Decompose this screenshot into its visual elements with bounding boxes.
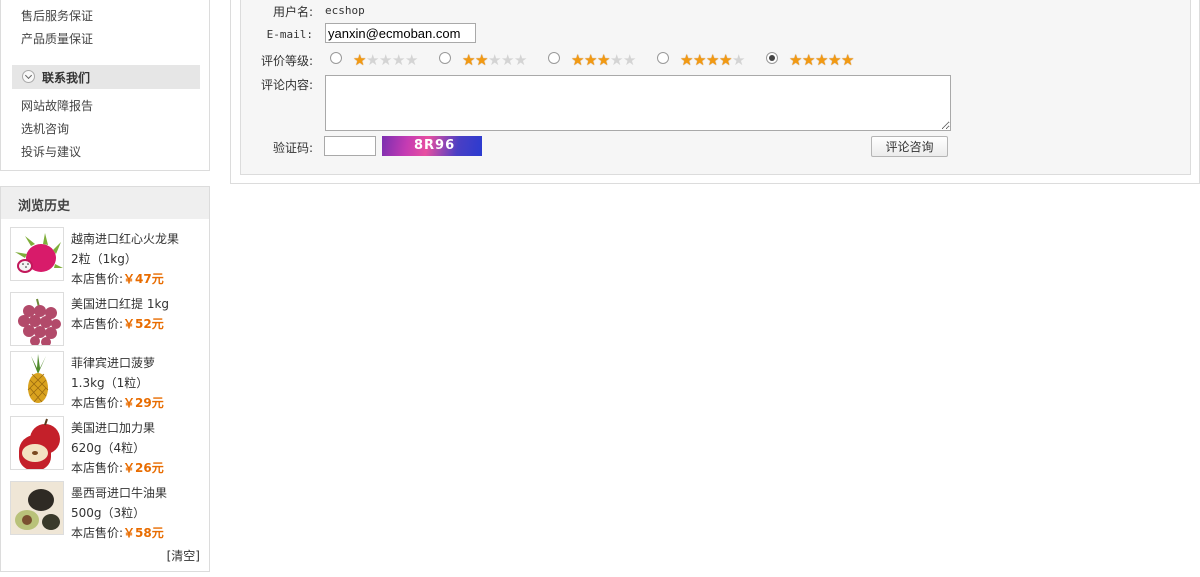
- username-value: ecshop: [325, 4, 365, 17]
- help-center-box: 售后服务保证 产品质量保证 联系我们 网站故障报告 选机咨询 投诉与建议: [0, 0, 210, 171]
- rank-label: 评价等级:: [260, 54, 313, 68]
- submit-comment-button[interactable]: 评论咨询: [871, 136, 948, 157]
- history-item-price-row: 本店售价:￥58元: [71, 524, 164, 541]
- captcha-input[interactable]: [324, 136, 376, 156]
- star-icon: ★: [841, 51, 855, 69]
- email-field[interactable]: [325, 23, 476, 43]
- captcha-label: 验证码:: [272, 141, 313, 155]
- history-item-spec: 1.3kg（1粒）: [71, 376, 149, 390]
- red-grapes-thumbnail[interactable]: [10, 292, 64, 346]
- rank-radio-3[interactable]: [548, 52, 560, 64]
- contact-link-fault-report[interactable]: 网站故障报告: [21, 97, 93, 114]
- history-title: 浏览历史: [18, 199, 71, 214]
- comment-form-panel: 用户名: ecshop E-mail: 评价等级: ★★★★★ ★★★★★ ★★…: [230, 0, 1200, 184]
- comment-content-textarea[interactable]: [325, 75, 951, 131]
- content-label: 评论内容:: [260, 78, 313, 92]
- rank-radio-2[interactable]: [439, 52, 451, 64]
- history-item-price-row: 本店售价:￥29元: [71, 394, 164, 411]
- star-icon: ★: [405, 51, 419, 69]
- apples-thumbnail[interactable]: [10, 416, 64, 470]
- contact-link-consult[interactable]: 选机咨询: [21, 120, 69, 137]
- history-item-price: ￥52元: [123, 317, 164, 331]
- history-item-name[interactable]: 美国进口加力果: [71, 421, 155, 435]
- history-header: 浏览历史: [1, 187, 209, 219]
- price-label: 本店售价:: [71, 526, 124, 540]
- email-label: E-mail:: [266, 28, 313, 41]
- pineapple-thumbnail[interactable]: [10, 351, 64, 405]
- contact-link-complaint[interactable]: 投诉与建议: [21, 143, 81, 160]
- chevron-down-icon: [22, 70, 35, 83]
- price-label: 本店售价:: [71, 317, 124, 331]
- contact-us-title: 联系我们: [42, 71, 91, 85]
- browsing-history-box: 浏览历史 越南进口红心火龙果 2粒（1kg） 本店售价:￥47元 美国进口红提 …: [0, 186, 210, 572]
- rank-stars-4: ★★★★★: [680, 53, 745, 68]
- contact-us-header[interactable]: 联系我们: [12, 65, 200, 89]
- star-icon: ★: [732, 51, 746, 69]
- captcha-image[interactable]: 8R96: [382, 136, 482, 156]
- rank-radio-1[interactable]: [330, 52, 342, 64]
- history-item-price-row: 本店售价:￥47元: [71, 270, 164, 287]
- history-item-price-row: 本店售价:￥52元: [71, 315, 164, 332]
- help-link-after-sales[interactable]: 售后服务保证: [21, 7, 93, 24]
- avocado-thumbnail[interactable]: [10, 481, 64, 535]
- history-item-spec: 500g（3粒）: [71, 506, 146, 520]
- price-label: 本店售价:: [71, 461, 124, 475]
- history-item-price: ￥26元: [123, 461, 164, 475]
- history-item-name[interactable]: 墨西哥进口牛油果: [71, 486, 167, 500]
- star-icon: ★: [514, 51, 528, 69]
- star-icon: ★: [623, 51, 637, 69]
- clear-history-link[interactable]: [清空]: [167, 547, 200, 564]
- help-link-quality[interactable]: 产品质量保证: [21, 30, 93, 47]
- history-item-price-row: 本店售价:￥26元: [71, 459, 164, 476]
- rank-radio-4[interactable]: [657, 52, 669, 64]
- history-item-name[interactable]: 美国进口红提 1kg: [71, 297, 169, 311]
- rank-stars-5: ★★★★★: [789, 53, 854, 68]
- history-item-name[interactable]: 菲律宾进口菠萝: [71, 356, 155, 370]
- history-item-price: ￥29元: [123, 396, 164, 410]
- rank-stars-1: ★★★★★: [353, 53, 418, 68]
- rank-radio-5[interactable]: [766, 52, 778, 64]
- history-item-spec: 620g（4粒）: [71, 441, 146, 455]
- history-item-spec: 2粒（1kg）: [71, 252, 137, 266]
- history-item-price: ￥47元: [123, 272, 164, 286]
- comment-form: 用户名: ecshop E-mail: 评价等级: ★★★★★ ★★★★★ ★★…: [240, 0, 1191, 175]
- history-item-price: ￥58元: [123, 526, 164, 540]
- dragon-fruit-thumbnail[interactable]: [10, 227, 64, 281]
- username-label: 用户名:: [272, 5, 313, 19]
- rank-stars-3: ★★★★★: [571, 53, 636, 68]
- history-item-name[interactable]: 越南进口红心火龙果: [71, 232, 179, 246]
- price-label: 本店售价:: [71, 396, 124, 410]
- rank-stars-2: ★★★★★: [462, 53, 527, 68]
- price-label: 本店售价:: [71, 272, 124, 286]
